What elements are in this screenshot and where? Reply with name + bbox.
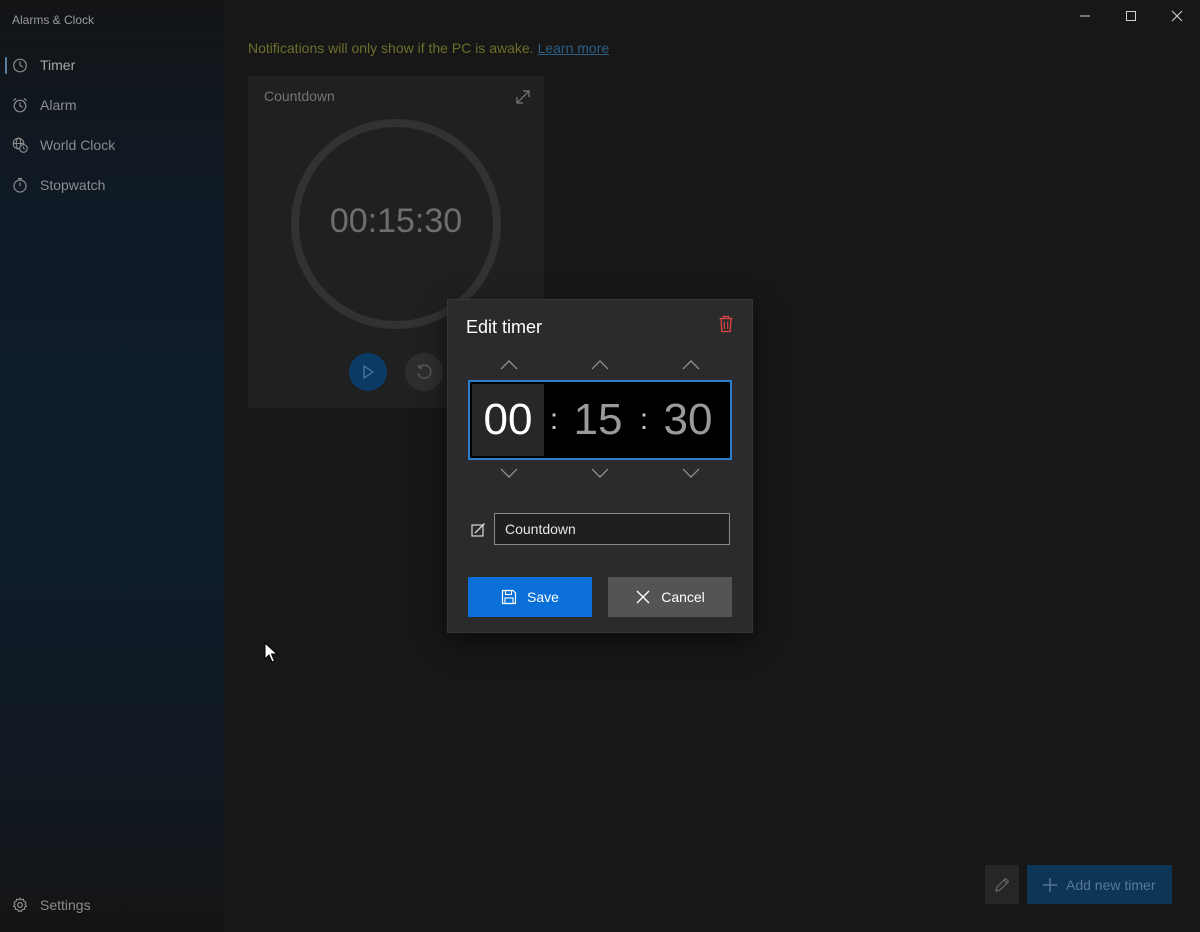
time-separator: : [549, 403, 559, 436]
sidebar-item-settings[interactable]: Settings [0, 885, 224, 925]
edit-timer-dialog: Edit timer 00 : 15: 30 Countdown Save C… [448, 300, 752, 632]
sidebar-item-label: Timer [40, 57, 76, 73]
seconds-decrement-button[interactable] [676, 464, 706, 482]
minutes-increment-button[interactable] [585, 356, 615, 374]
chevron-down-icon [500, 468, 518, 478]
timer-card-title: Countdown [264, 88, 335, 104]
close-icon [636, 590, 650, 604]
edit-label-icon [471, 523, 485, 537]
play-button[interactable] [349, 353, 387, 391]
play-icon [363, 365, 374, 379]
plus-icon [1043, 877, 1057, 892]
minutes-field[interactable]: 15 [562, 384, 634, 456]
cancel-label: Cancel [661, 589, 705, 605]
hours-decrement-button[interactable] [494, 464, 524, 482]
chevron-up-icon [682, 360, 700, 370]
hours-increment-button[interactable] [494, 356, 524, 374]
sidebar-item-world-clock[interactable]: World Clock [0, 125, 224, 165]
app-title: Alarms & Clock [12, 13, 95, 27]
timer-name-input[interactable] [494, 513, 730, 545]
gear-icon [12, 897, 28, 913]
time-picker[interactable]: 00 : 15 : 30 [468, 380, 732, 460]
trash-icon[interactable] [718, 315, 734, 333]
reset-icon [417, 364, 432, 379]
notification-notice: Notifications will only show if the PC i… [248, 40, 609, 56]
seconds-increment-button[interactable] [676, 356, 706, 374]
chevron-up-icon [500, 360, 518, 370]
sidebar-item-label: World Clock [40, 137, 116, 153]
close-window-button[interactable] [1154, 0, 1200, 32]
reset-button[interactable] [405, 353, 443, 391]
expand-icon[interactable] [514, 88, 532, 106]
settings-label: Settings [40, 897, 91, 913]
learn-more-link[interactable]: Learn more [538, 40, 610, 56]
sidebar-item-alarm[interactable]: Alarm [0, 85, 224, 125]
chevron-down-icon [591, 468, 609, 478]
sidebar-item-timer[interactable]: Timer [0, 45, 224, 85]
timer-icon [13, 58, 27, 73]
active-indicator [5, 57, 7, 74]
sidebar: Alarms & Clock Timer Alarm World Clock S… [0, 0, 224, 932]
time-separator: : [639, 403, 649, 436]
mouse-cursor-icon [264, 642, 278, 663]
cancel-button[interactable]: Cancel [608, 577, 732, 617]
add-new-timer-label: Add new timer [1066, 876, 1156, 893]
maximize-icon [1126, 11, 1136, 21]
seconds-field[interactable]: 30 [652, 384, 724, 456]
sidebar-item-label: Alarm [40, 97, 77, 113]
chevron-up-icon [591, 360, 609, 370]
minimize-button[interactable] [1062, 0, 1108, 32]
save-button[interactable]: Save [468, 577, 592, 617]
chevron-down-icon [682, 468, 700, 478]
add-new-timer-button[interactable]: Add new timer [1027, 865, 1172, 904]
maximize-button[interactable] [1108, 0, 1154, 32]
sidebar-item-stopwatch[interactable]: Stopwatch [0, 165, 224, 205]
notice-text: Notifications will only show if the PC i… [248, 40, 534, 56]
edit-timers-button[interactable] [985, 865, 1019, 904]
timer-card-time: 00:15:30 [329, 202, 463, 240]
save-icon [501, 589, 517, 605]
hours-field[interactable]: 00 [472, 384, 544, 456]
alarm-clock-icon [13, 98, 27, 113]
sidebar-item-label: Stopwatch [40, 177, 106, 193]
stopwatch-icon [13, 177, 27, 193]
close-icon [1171, 10, 1183, 22]
save-label: Save [527, 589, 559, 605]
pencil-icon [995, 877, 1010, 892]
app-window: Alarms & Clock Timer Alarm World Clock S… [0, 0, 1200, 932]
globe-clock-icon [12, 137, 28, 153]
minimize-icon [1080, 15, 1090, 17]
minutes-decrement-button[interactable] [585, 464, 615, 482]
dialog-title: Edit timer [466, 317, 543, 337]
